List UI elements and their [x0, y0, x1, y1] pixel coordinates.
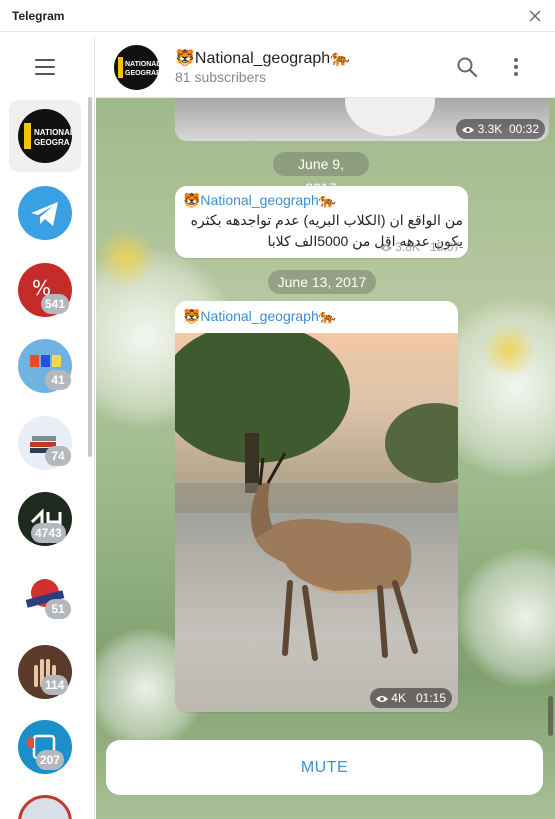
view-count: 4K: [391, 691, 406, 705]
background-flower-center: [481, 323, 536, 378]
title-bar: Telegram: [0, 0, 555, 32]
message-sender[interactable]: 🐯National_geograph🐅: [183, 192, 336, 209]
channel-name[interactable]: 🐯National_geograph🐅: [175, 48, 350, 68]
view-count: 3.3K: [477, 122, 503, 136]
menu-icon[interactable]: [35, 59, 55, 75]
date-separator: June 13, 2017: [268, 270, 376, 294]
channel-avatar[interactable]: NATIONAL GEOGRAPH: [114, 45, 159, 90]
telegram-icon: [31, 202, 58, 226]
unread-badge: 541: [41, 294, 70, 314]
message-time: 15:07: [429, 240, 460, 254]
background-flower-center: [96, 228, 156, 288]
close-icon[interactable]: [525, 6, 545, 26]
chat-area[interactable]: 3.3K 00:32 June 9, 2017 🐯National_geogra…: [96, 98, 555, 819]
eye-icon: [375, 696, 388, 702]
avatar: NATIONAL GEOGRA: [18, 109, 72, 163]
eye-icon: [379, 245, 392, 251]
unread-badge: 51: [45, 599, 71, 619]
video-duration: 00:32: [508, 122, 539, 136]
view-count: 3.8K: [395, 240, 420, 254]
search-icon[interactable]: [456, 56, 478, 78]
subscriber-count: 81 subscribers: [175, 69, 267, 85]
video-message-bubble[interactable]: 🐯National_geograph🐅 4K 01:15: [175, 301, 458, 712]
date-separator: June 9, 2017: [273, 152, 369, 196]
chat-item-telegram[interactable]: [18, 186, 72, 240]
video-meta: 4K 01:15: [369, 688, 452, 708]
unread-badge: 207: [36, 750, 65, 770]
svg-text:NATIONAL: NATIONAL: [34, 128, 72, 137]
unread-badge: 41: [45, 370, 71, 390]
sidebar-scrollbar[interactable]: [88, 97, 92, 457]
chat-scrollbar[interactable]: [548, 696, 553, 736]
previous-video[interactable]: 3.3K 00:32: [175, 98, 549, 141]
unread-badge: 114: [41, 675, 69, 695]
message-meta: 3.8K 15:07: [379, 240, 460, 254]
chat-item-national-geographic[interactable]: NATIONAL GEOGRA: [9, 100, 81, 172]
unread-badge: 4743: [31, 523, 66, 543]
video-thumbnail[interactable]: 4K 01:15: [175, 333, 458, 712]
background-flower: [456, 548, 555, 688]
eye-icon: [462, 127, 475, 133]
message-sender[interactable]: 🐯National_geograph🐅: [183, 308, 336, 325]
mute-button[interactable]: MUTE: [106, 740, 543, 795]
chat-header: NATIONAL GEOGRAPH 🐯National_geograph🐅 81…: [96, 37, 555, 98]
eland-photo: [175, 333, 458, 661]
video-duration: 01:15: [415, 691, 446, 705]
chat-item-10[interactable]: [18, 795, 72, 819]
more-vertical-icon[interactable]: [510, 56, 522, 78]
video-meta: 3.3K 00:32: [456, 119, 545, 139]
svg-text:GEOGRA: GEOGRA: [34, 138, 70, 147]
unread-badge: 74: [45, 446, 71, 466]
app-title: Telegram: [12, 9, 65, 23]
svg-text:NATIONAL: NATIONAL: [125, 61, 159, 68]
svg-text:GEOGRAPH: GEOGRAPH: [125, 70, 159, 77]
message-bubble[interactable]: 🐯National_geograph🐅 من الواقع ان (الكلاب…: [175, 186, 468, 258]
chat-sidebar: NATIONAL GEOGRA % 541 41 74 4743 51 114 …: [0, 37, 95, 819]
